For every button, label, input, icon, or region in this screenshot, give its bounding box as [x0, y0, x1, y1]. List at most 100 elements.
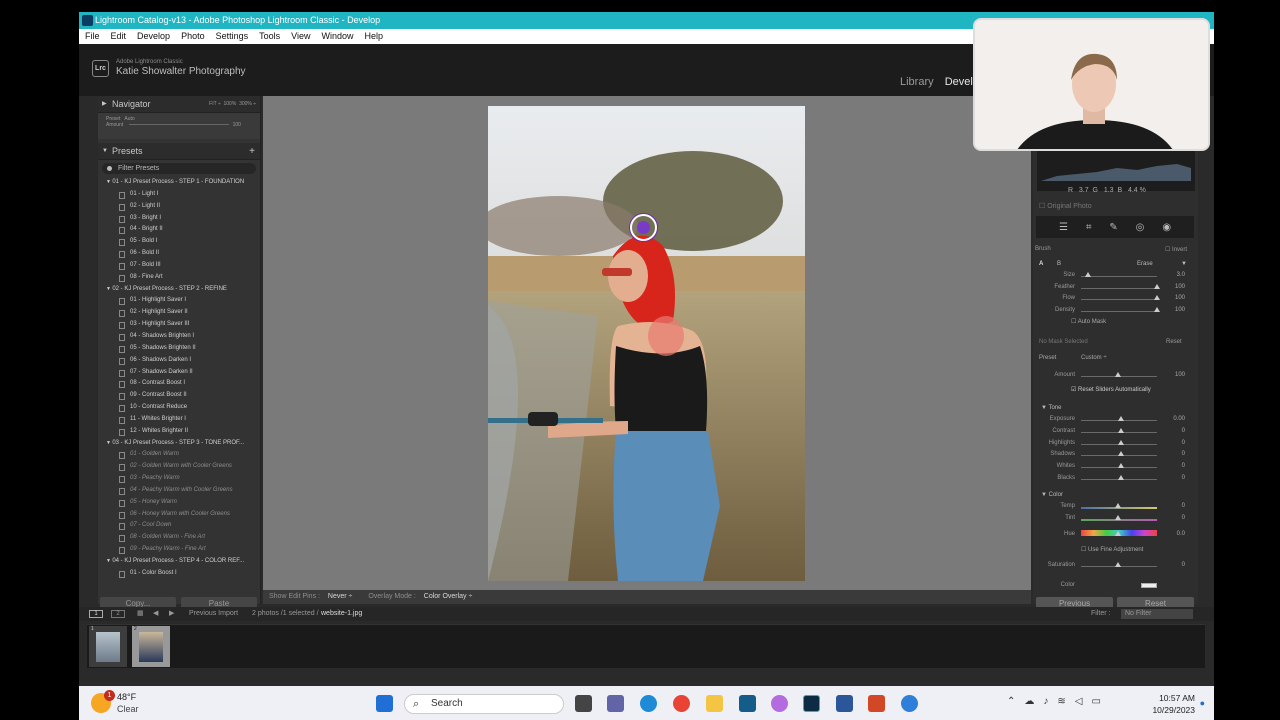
chrome-icon[interactable] — [673, 695, 690, 712]
teams-icon[interactable] — [607, 695, 624, 712]
filter-dropdown[interactable]: No Filter — [1121, 609, 1193, 619]
healing-icon[interactable]: ✎ — [1109, 222, 1117, 233]
preset-item[interactable]: 08 - Contrast Boost I — [98, 378, 260, 390]
app-icon[interactable] — [901, 695, 918, 712]
preset-group[interactable]: 01 - KJ Preset Process - STEP 1 - FOUNDA… — [98, 177, 260, 189]
add-preset-icon[interactable]: + — [249, 143, 255, 160]
tone-slider-knob[interactable] — [1117, 416, 1124, 421]
preset-item[interactable]: 07 - Shadows Darken II — [98, 367, 260, 379]
mask-amount-value[interactable]: 100 — [1163, 372, 1185, 378]
preset-item[interactable]: 02 - Light II — [98, 201, 260, 213]
tone-slider-value[interactable]: 0.00 — [1163, 416, 1185, 422]
preset-item[interactable]: 06 - Shadows Darken I — [98, 355, 260, 367]
thumbnail-2[interactable]: 2 — [132, 626, 170, 667]
mask-reset-button[interactable]: Reset — [1166, 339, 1182, 345]
preset-item[interactable]: 03 - Highlight Saver III — [98, 319, 260, 331]
screen-1-icon[interactable]: 1 — [89, 610, 103, 618]
preset-item[interactable]: 05 - Honey Warm — [98, 497, 260, 509]
tone-slider-knob[interactable] — [1117, 475, 1124, 480]
preset-item[interactable]: 01 - Golden Warm — [98, 449, 260, 461]
previous-import-link[interactable]: Previous Import — [189, 607, 238, 621]
tone-slider-knob[interactable] — [1117, 427, 1124, 433]
zoom-fit[interactable]: FIT ÷ — [209, 101, 221, 107]
masking-icon[interactable]: ◉ — [1162, 222, 1171, 233]
system-tray[interactable]: ⌃☁♪≋◁▭ — [1007, 696, 1110, 707]
zoom-300[interactable]: 300% ÷ — [239, 101, 256, 107]
tone-slider-value[interactable]: 0 — [1163, 440, 1185, 446]
preset-item[interactable]: 12 - Whites Brighter II — [98, 426, 260, 438]
tone-slider-value[interactable]: 0 — [1163, 428, 1185, 434]
reset-sliders-checkbox[interactable]: ☑ Reset Sliders Automatically — [1071, 386, 1151, 393]
preset-group[interactable]: 03 - KJ Preset Process - STEP 3 - TONE P… — [98, 438, 260, 450]
edge-icon[interactable] — [640, 695, 657, 712]
crop-icon[interactable]: ⌗ — [1086, 222, 1092, 233]
preset-item[interactable]: 01 - Color Boost I — [98, 568, 260, 580]
brush-slider-track[interactable] — [1081, 299, 1157, 300]
screen-2-icon[interactable]: 2 — [111, 610, 125, 618]
tone-slider-knob[interactable] — [1117, 451, 1124, 457]
preset-item[interactable]: 01 - Highlight Saver I — [98, 295, 260, 307]
preset-group[interactable]: 02 - KJ Preset Process - STEP 2 - REFINE — [98, 284, 260, 296]
menu-settings[interactable]: Settings — [216, 29, 249, 44]
navigator-zoom-options[interactable]: FIT ÷ 100% 300% ÷ — [209, 96, 256, 113]
brush-slider-knob[interactable] — [1154, 306, 1160, 312]
preset-item[interactable]: 07 - Bold III — [98, 260, 260, 272]
brush-slider-value[interactable]: 100 — [1163, 307, 1185, 313]
brush-slider-knob[interactable] — [1154, 283, 1160, 289]
temp-knob[interactable] — [1115, 503, 1121, 508]
preset-item[interactable]: 05 - Bold I — [98, 236, 260, 248]
preset-item[interactable]: 11 - Whites Brighter I — [98, 414, 260, 426]
forward-arrow-icon[interactable]: ▶ — [169, 607, 174, 621]
mask-preset-dropdown[interactable]: Custom ÷ — [1081, 355, 1107, 361]
store-icon[interactable] — [739, 695, 756, 712]
filter-presets-input[interactable]: Filter Presets — [102, 163, 256, 174]
mic-icon[interactable]: ♪ — [1043, 696, 1057, 707]
chevron-up-icon[interactable]: ⌃ — [1007, 696, 1024, 707]
color-swatch[interactable] — [1141, 583, 1157, 588]
start-icon[interactable] — [376, 695, 393, 712]
preset-item[interactable]: 07 - Cool Down — [98, 520, 260, 532]
grid-icon[interactable]: ▦ — [137, 607, 144, 621]
preset-item[interactable]: 02 - Golden Warm with Cooler Greens — [98, 461, 260, 473]
mask-amount-knob[interactable] — [1115, 372, 1121, 377]
preset-item[interactable]: 09 - Contrast Boost II — [98, 390, 260, 402]
word-icon[interactable] — [836, 695, 853, 712]
menu-develop[interactable]: Develop — [137, 29, 170, 44]
tone-slider-value[interactable]: 0 — [1163, 463, 1185, 469]
tone-slider-knob[interactable] — [1117, 463, 1124, 469]
menu-help[interactable]: Help — [365, 29, 384, 44]
tone-slider-knob[interactable] — [1117, 439, 1124, 445]
preset-item[interactable]: 09 - Peachy Warm - Fine Art — [98, 544, 260, 556]
preset-group[interactable]: 04 - KJ Preset Process - STEP 4 - COLOR … — [98, 556, 260, 568]
edit-sliders-icon[interactable]: ☰ — [1059, 222, 1068, 233]
brush-slider-track[interactable] — [1081, 287, 1157, 289]
tone-slider-value[interactable]: 0 — [1163, 475, 1185, 481]
menu-edit[interactable]: Edit — [111, 29, 127, 44]
saturation-value[interactable]: 0 — [1163, 562, 1185, 568]
zoom-100[interactable]: 100% — [224, 101, 237, 107]
clock[interactable]: 10:57 AM 10/29/2023 — [1152, 692, 1195, 716]
tint-knob[interactable] — [1115, 515, 1121, 520]
menu-window[interactable]: Window — [322, 29, 354, 44]
preset-item[interactable]: 03 - Peachy Warm — [98, 473, 260, 485]
color-section-header[interactable]: ▼ Color — [1041, 492, 1063, 498]
invert-checkbox[interactable]: ☐ Invert — [1165, 246, 1187, 253]
preset-item[interactable]: 08 - Fine Art — [98, 272, 260, 284]
preset-item[interactable]: 01 - Light I — [98, 189, 260, 201]
redeye-icon[interactable]: ◎ — [1136, 222, 1145, 233]
edit-pins-dropdown[interactable]: Never ÷ — [328, 593, 352, 600]
auto-mask-checkbox[interactable]: ☐ Auto Mask — [1071, 318, 1106, 325]
preset-item[interactable]: 04 - Shadows Brighten I — [98, 331, 260, 343]
image-canvas[interactable] — [263, 96, 1031, 590]
lightroom-taskbar-icon[interactable] — [803, 695, 820, 712]
overlay-mode-dropdown[interactable]: Color Overlay ÷ — [424, 593, 473, 600]
navigator-header[interactable]: ▶ Navigator FIT ÷ 100% 300% ÷ — [98, 96, 260, 113]
menu-photo[interactable]: Photo — [181, 29, 205, 44]
menu-file[interactable]: File — [85, 29, 100, 44]
fine-adjust-checkbox[interactable]: ☐ Use Fine Adjustment — [1081, 546, 1143, 553]
thumbnail-1[interactable]: 1 — [89, 626, 127, 667]
taskbar-search[interactable]: ⌕ Search — [404, 694, 564, 714]
preset-item[interactable]: 06 - Honey Warm with Cooler Greens — [98, 509, 260, 521]
brush-a-tab[interactable]: A — [1039, 261, 1043, 267]
wifi-icon[interactable]: ≋ — [1057, 696, 1074, 707]
